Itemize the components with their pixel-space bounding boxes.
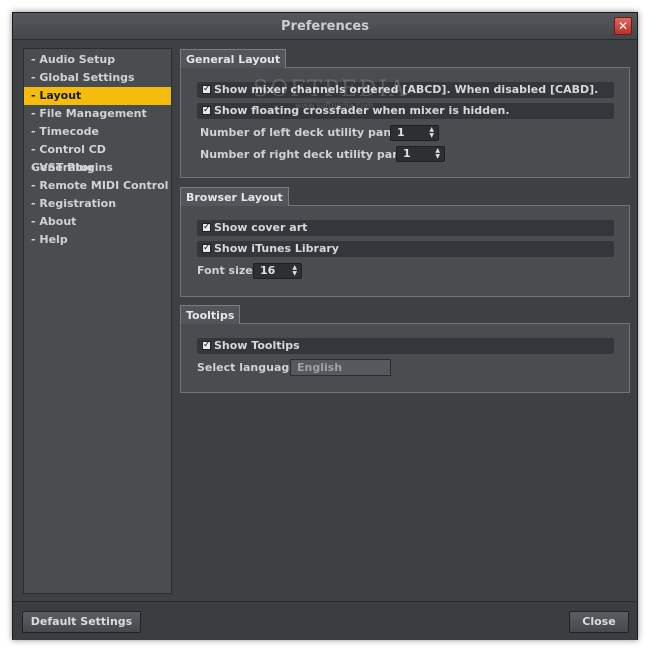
stepper-arrows-icon[interactable]: ▲ ▼ <box>429 127 434 139</box>
browser-layout-box: ✓ Show cover art ✓ Show iTunes Library F… <box>180 205 630 297</box>
title-bar[interactable]: Preferences ✕ <box>13 13 637 40</box>
show-tooltips-checkbox[interactable]: ✓ <box>202 341 211 350</box>
browser-layout-title: Browser Layout <box>180 187 289 206</box>
font-size-stepper[interactable]: 16 ▲ ▼ <box>253 263 302 279</box>
mixer-order-checkbox-row[interactable]: ✓ Show mixer channels ordered [ABCD]. Wh… <box>197 82 614 98</box>
window-title: Preferences <box>281 19 369 34</box>
sidebar-nav: - Audio Setup - Global Settings - Layout… <box>23 48 172 594</box>
font-size-value: 16 <box>260 264 276 277</box>
cover-art-checkbox-row[interactable]: ✓ Show cover art <box>197 220 614 236</box>
right-panels-stepper[interactable]: 1 ▲ ▼ <box>396 146 445 162</box>
sidebar-item-audio-setup[interactable]: - Audio Setup <box>24 51 171 69</box>
tooltips-group: Tooltips ✓ Show Tooltips Select language… <box>180 305 630 395</box>
close-button[interactable]: Close <box>569 611 629 633</box>
crossfader-label: Show floating crossfader when mixer is h… <box>214 104 510 117</box>
left-panels-label: Number of left deck utility panels: <box>200 126 414 139</box>
show-tooltips-label: Show Tooltips <box>214 339 300 352</box>
general-layout-title: General Layout <box>180 49 287 68</box>
sidebar-item-global-settings[interactable]: - Global Settings <box>24 69 171 87</box>
font-size-label: Font size: <box>197 264 258 277</box>
browser-layout-group: Browser Layout ✓ Show cover art ✓ Show i… <box>180 187 630 297</box>
crossfader-checkbox[interactable]: ✓ <box>202 106 211 115</box>
show-tooltips-checkbox-row[interactable]: ✓ Show Tooltips <box>197 338 614 354</box>
sidebar-item-registration[interactable]: - Registration <box>24 195 171 213</box>
cover-art-label: Show cover art <box>214 221 308 234</box>
stepper-arrows-icon[interactable]: ▲ ▼ <box>292 265 297 277</box>
language-select[interactable]: English <box>290 359 391 376</box>
language-label: Select language: <box>197 361 302 374</box>
sidebar-item-file-management[interactable]: - File Management <box>24 105 171 123</box>
sidebar-item-help[interactable]: - Help <box>24 231 171 249</box>
close-icon[interactable]: ✕ <box>614 17 632 35</box>
tooltips-title: Tooltips <box>180 305 241 324</box>
general-layout-box: ✓ Show mixer channels ordered [ABCD]. Wh… <box>180 67 630 178</box>
sidebar-item-layout[interactable]: - Layout <box>24 87 171 105</box>
preferences-window: Preferences ✕ - Audio Setup - Global Set… <box>12 12 638 640</box>
general-layout-group: General Layout ✓ Show mixer channels ord… <box>180 49 630 179</box>
sidebar-item-timecode[interactable]: - Timecode <box>24 123 171 141</box>
footer-bar: Default Settings Close <box>13 601 637 640</box>
sidebar-item-vst-plugins[interactable]: - VST Plugins <box>24 159 171 177</box>
crossfader-checkbox-row[interactable]: ✓ Show floating crossfader when mixer is… <box>197 103 614 119</box>
default-settings-button[interactable]: Default Settings <box>22 611 141 633</box>
left-panels-stepper[interactable]: 1 ▲ ▼ <box>390 125 439 141</box>
left-panels-value: 1 <box>397 126 405 139</box>
language-value: English <box>297 361 343 374</box>
cover-art-checkbox[interactable]: ✓ <box>202 223 211 232</box>
tooltips-box: ✓ Show Tooltips Select language: English <box>180 323 630 393</box>
sidebar-item-remote-midi-control[interactable]: - Remote MIDI Control <box>24 177 171 195</box>
itunes-checkbox-row[interactable]: ✓ Show iTunes Library <box>197 241 614 257</box>
mixer-order-checkbox[interactable]: ✓ <box>202 85 211 94</box>
sidebar-item-control-cd-generator[interactable]: - Control CD Generator <box>24 141 171 174</box>
right-panels-value: 1 <box>403 147 411 160</box>
stepper-arrows-icon[interactable]: ▲ ▼ <box>435 148 440 160</box>
sidebar-item-about[interactable]: - About <box>24 213 171 231</box>
itunes-checkbox[interactable]: ✓ <box>202 244 211 253</box>
right-panels-label: Number of right deck utility panels: <box>200 148 423 161</box>
itunes-label: Show iTunes Library <box>214 242 339 255</box>
mixer-order-label: Show mixer channels ordered [ABCD]. When… <box>214 83 599 96</box>
